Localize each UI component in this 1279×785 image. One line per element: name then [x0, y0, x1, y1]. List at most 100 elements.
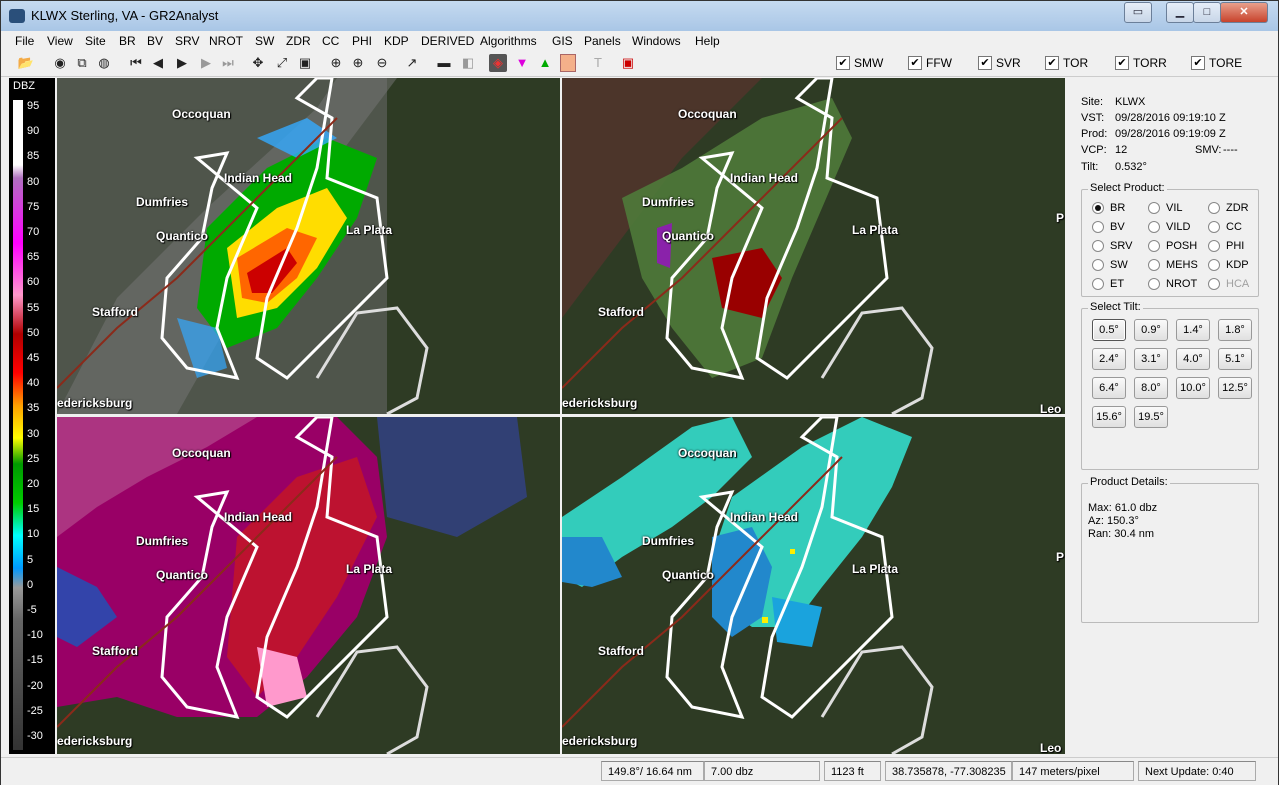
menu-gis[interactable]: GIS: [552, 34, 573, 48]
city-la-plata: La Plata: [346, 223, 393, 237]
menu-derived[interactable]: DERIVED: [421, 34, 474, 48]
menu-algorithms[interactable]: Algorithms: [480, 34, 537, 48]
zoom-out-icon[interactable]: ⊖: [373, 54, 391, 72]
tilt-button[interactable]: 2.4°: [1092, 348, 1126, 370]
radio-icon[interactable]: [1148, 221, 1160, 234]
menu-zdr[interactable]: ZDR: [286, 34, 311, 48]
maximize-button[interactable]: □: [1193, 2, 1221, 23]
next-frame-icon[interactable]: ▶: [197, 54, 215, 72]
tilt-button[interactable]: 19.5°: [1134, 406, 1168, 428]
product-radio-vil[interactable]: VIL: [1148, 202, 1183, 216]
product-radio-zdr[interactable]: ZDR: [1208, 202, 1249, 216]
tilt-button[interactable]: 1.4°: [1176, 319, 1210, 341]
radio-icon[interactable]: [1148, 259, 1160, 272]
menu-help[interactable]: Help: [695, 34, 720, 48]
radio-icon[interactable]: [1208, 278, 1220, 291]
product-radio-br[interactable]: BR: [1092, 202, 1125, 216]
radio-icon[interactable]: [1092, 202, 1104, 215]
checkbox-icon[interactable]: ✔: [978, 56, 992, 70]
hail-marker-icon[interactable]: ▲: [536, 54, 554, 72]
minimize-button[interactable]: ▁: [1166, 2, 1194, 23]
radio-icon[interactable]: [1092, 221, 1104, 234]
radio-icon[interactable]: [1208, 240, 1220, 253]
record-icon[interactable]: ▣: [619, 54, 637, 72]
menu-kdp[interactable]: KDP: [384, 34, 409, 48]
color-table-icon[interactable]: [560, 54, 576, 72]
menu-srv[interactable]: SRV: [175, 34, 199, 48]
radio-icon[interactable]: [1148, 278, 1160, 291]
checkbox-icon[interactable]: ✔: [1045, 56, 1059, 70]
open-icon[interactable]: 📂: [17, 54, 35, 72]
measure-icon[interactable]: ↗: [403, 54, 421, 72]
checkbox-icon[interactable]: ✔: [908, 56, 922, 70]
menu-cc[interactable]: CC: [322, 34, 339, 48]
product-radio-kdp[interactable]: KDP: [1208, 259, 1249, 273]
radio-icon[interactable]: [1148, 240, 1160, 253]
storm-track-icon[interactable]: ◈: [489, 54, 507, 72]
tilt-button[interactable]: 6.4°: [1092, 377, 1126, 399]
menu-sw[interactable]: SW: [255, 34, 274, 48]
menu-panels[interactable]: Panels: [584, 34, 621, 48]
close-button[interactable]: ✕: [1220, 2, 1268, 23]
tilt-button[interactable]: 5.1°: [1218, 348, 1252, 370]
tilt-button[interactable]: 0.5°: [1092, 319, 1126, 341]
meso-marker-icon[interactable]: ▼: [513, 54, 531, 72]
layer-icon[interactable]: ◉: [51, 54, 69, 72]
prev-frame-icon[interactable]: ◀: [149, 54, 167, 72]
text-tool-icon[interactable]: T: [589, 54, 607, 72]
checkbox-icon[interactable]: ✔: [836, 56, 850, 70]
restore-panel-icon[interactable]: ▭: [1124, 2, 1152, 23]
menu-site[interactable]: Site: [85, 34, 106, 48]
menu-bv[interactable]: BV: [147, 34, 163, 48]
tilt-button[interactable]: 0.9°: [1134, 319, 1168, 341]
resize-icon[interactable]: ⤢: [273, 54, 291, 72]
first-frame-icon[interactable]: ⏮: [127, 54, 145, 72]
product-radio-phi[interactable]: PHI: [1208, 240, 1244, 254]
radar-pane-spectrum-width[interactable]: Occoquan Indian Head Dumfries Quantico L…: [562, 417, 1065, 754]
split-icon[interactable]: ◧: [459, 54, 477, 72]
product-radio-sw[interactable]: SW: [1092, 259, 1128, 273]
panels-icon[interactable]: ▣: [296, 54, 314, 72]
radio-icon[interactable]: [1092, 278, 1104, 291]
product-radio-nrot[interactable]: NROT: [1148, 278, 1197, 292]
menu-br[interactable]: BR: [119, 34, 136, 48]
tilt-button[interactable]: 8.0°: [1134, 377, 1168, 399]
radio-icon[interactable]: [1092, 240, 1104, 253]
tilt-button[interactable]: 1.8°: [1218, 319, 1252, 341]
pan-icon[interactable]: ✥: [249, 54, 267, 72]
radio-icon[interactable]: [1208, 259, 1220, 272]
tilt-button[interactable]: 3.1°: [1134, 348, 1168, 370]
last-frame-icon[interactable]: ⏭: [219, 54, 237, 72]
product-radio-vild[interactable]: VILD: [1148, 221, 1190, 235]
tilt-button[interactable]: 4.0°: [1176, 348, 1210, 370]
tilt-button[interactable]: 15.6°: [1092, 406, 1126, 428]
copy-icon[interactable]: ⧉: [73, 54, 91, 72]
radar-pane-reflectivity[interactable]: Occoquan Indian Head Dumfries Quantico L…: [57, 78, 560, 414]
radio-icon[interactable]: [1148, 202, 1160, 215]
tilt-button[interactable]: 10.0°: [1176, 377, 1210, 399]
zoom-in-icon[interactable]: ⊕: [349, 54, 367, 72]
product-radio-et[interactable]: ET: [1092, 278, 1124, 292]
menu-windows[interactable]: Windows: [632, 34, 681, 48]
menu-file[interactable]: File: [15, 34, 34, 48]
zoom-reset-icon[interactable]: ⊕: [327, 54, 345, 72]
menu-view[interactable]: View: [47, 34, 73, 48]
checkbox-icon[interactable]: ✔: [1115, 56, 1129, 70]
menu-nrot[interactable]: NROT: [209, 34, 243, 48]
radar-site-icon[interactable]: ◍: [95, 54, 113, 72]
checkbox-icon[interactable]: ✔: [1191, 56, 1205, 70]
product-radio-srv[interactable]: SRV: [1092, 240, 1132, 254]
tilt-button[interactable]: 12.5°: [1218, 377, 1252, 399]
radar-pane-differential[interactable]: Occoquan Indian Head Dumfries Quantico L…: [57, 417, 560, 754]
product-radio-cc[interactable]: CC: [1208, 221, 1242, 235]
product-radio-bv[interactable]: BV: [1092, 221, 1125, 235]
radio-icon[interactable]: [1208, 202, 1220, 215]
radio-icon[interactable]: [1208, 221, 1220, 234]
product-radio-mehs[interactable]: MEHS: [1148, 259, 1198, 273]
product-radio-posh[interactable]: POSH: [1148, 240, 1197, 254]
play-icon[interactable]: ▶: [173, 54, 191, 72]
menu-phi[interactable]: PHI: [352, 34, 372, 48]
radar-pane-velocity[interactable]: Occoquan Indian Head Dumfries Quantico L…: [562, 78, 1065, 414]
radio-icon[interactable]: [1092, 259, 1104, 272]
cross-section-icon[interactable]: ▬: [435, 54, 453, 72]
